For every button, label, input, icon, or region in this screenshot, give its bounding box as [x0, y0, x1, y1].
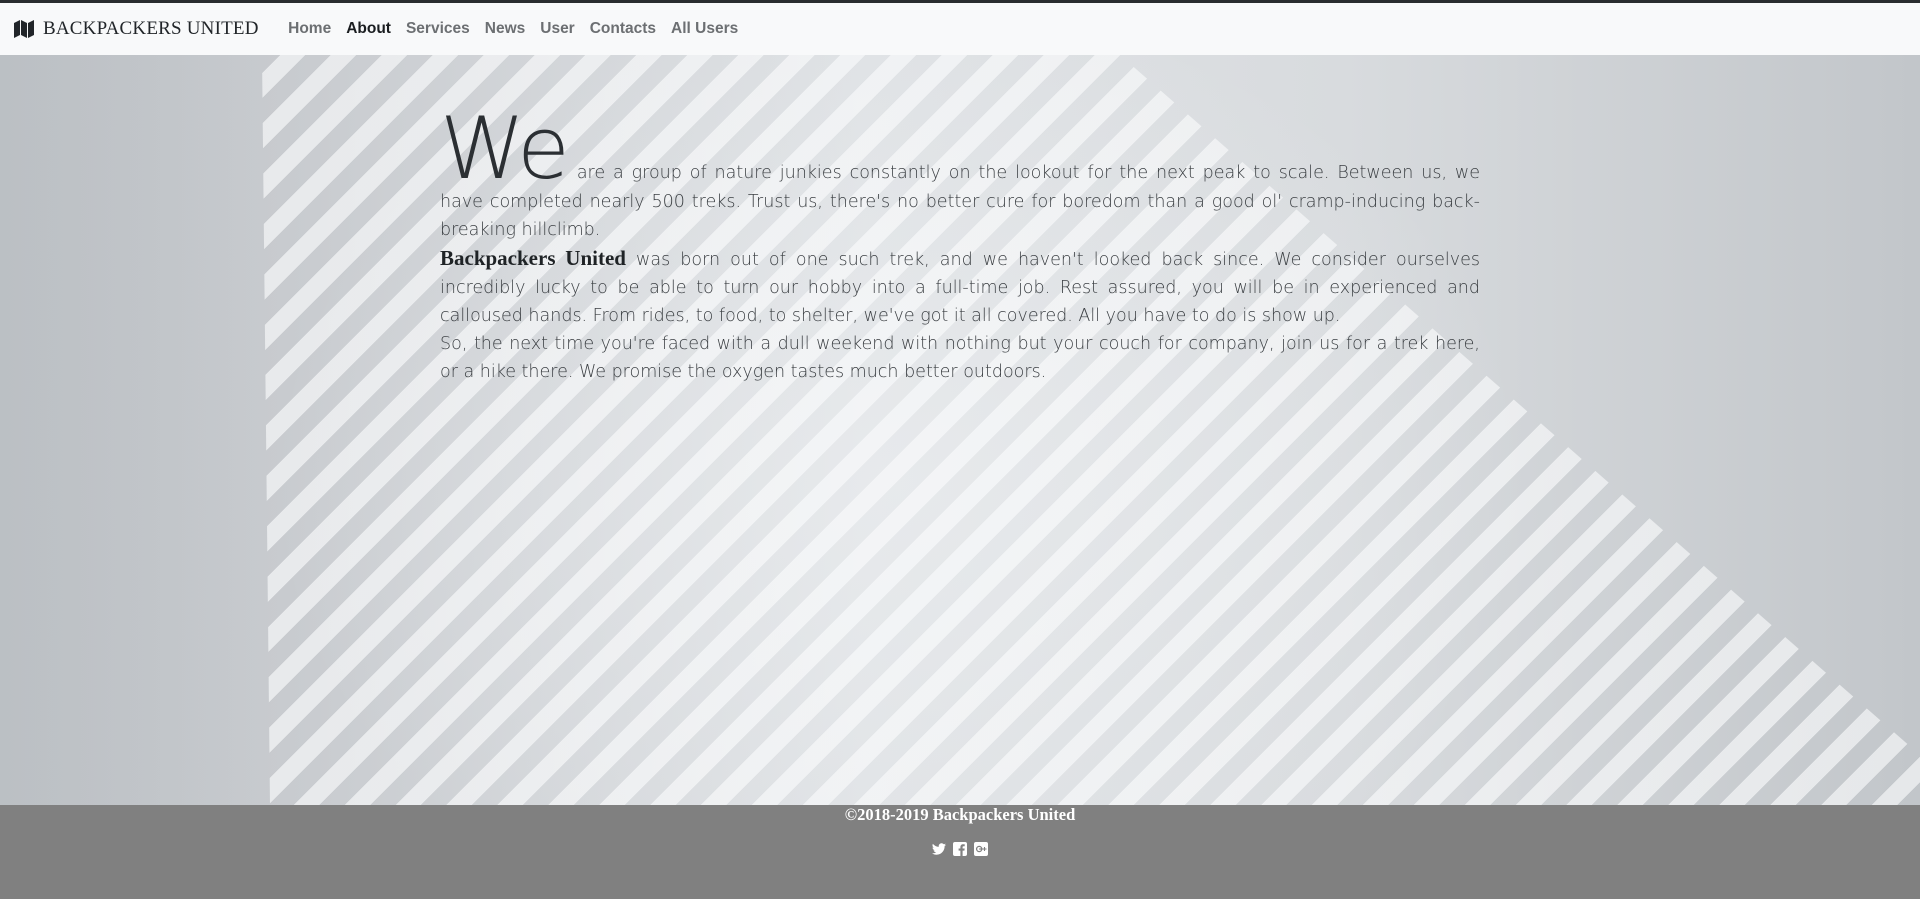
about-paragraph-2: Backpackers United was born out of one s… [440, 244, 1480, 330]
brand-name: BACKPACKERS UNITED [43, 18, 259, 39]
social-links [0, 841, 1920, 856]
nav-item-about[interactable]: About [339, 20, 399, 38]
nav-item-home[interactable]: Home [281, 20, 339, 38]
about-section: We are a group of nature junkies constan… [440, 55, 1480, 386]
nav-item-all-users[interactable]: All Users [664, 20, 746, 38]
twitter-icon[interactable] [932, 841, 946, 855]
background-shade [0, 55, 270, 805]
nav-item-news[interactable]: News [477, 20, 533, 38]
navbar: BACKPACKERS UNITED Home About Services N… [0, 3, 1920, 55]
nav-menu: Home About Services News User Contacts A… [281, 20, 746, 38]
drop-word: We [440, 99, 570, 199]
brand-link[interactable]: BACKPACKERS UNITED [14, 18, 259, 40]
nav-item-contacts[interactable]: Contacts [582, 20, 663, 38]
copyright-text: ©2018-2019 Backpackers United [844, 805, 1076, 824]
about-paragraph-1: We are a group of nature junkies constan… [440, 106, 1480, 244]
google-plus-icon[interactable] [974, 841, 988, 856]
nav-item-services[interactable]: Services [398, 20, 477, 38]
nav-item-user[interactable]: User [533, 20, 582, 38]
facebook-icon[interactable] [953, 841, 967, 856]
company-name: Backpackers United [440, 246, 626, 270]
about-paragraph-3: So, the next time you're faced with a du… [440, 334, 1480, 382]
footer: ©2018-2019 Backpackers United [0, 805, 1920, 899]
map-icon [14, 20, 34, 38]
about-paragraph-1-text: are a group of nature junkies constantly… [440, 163, 1480, 240]
